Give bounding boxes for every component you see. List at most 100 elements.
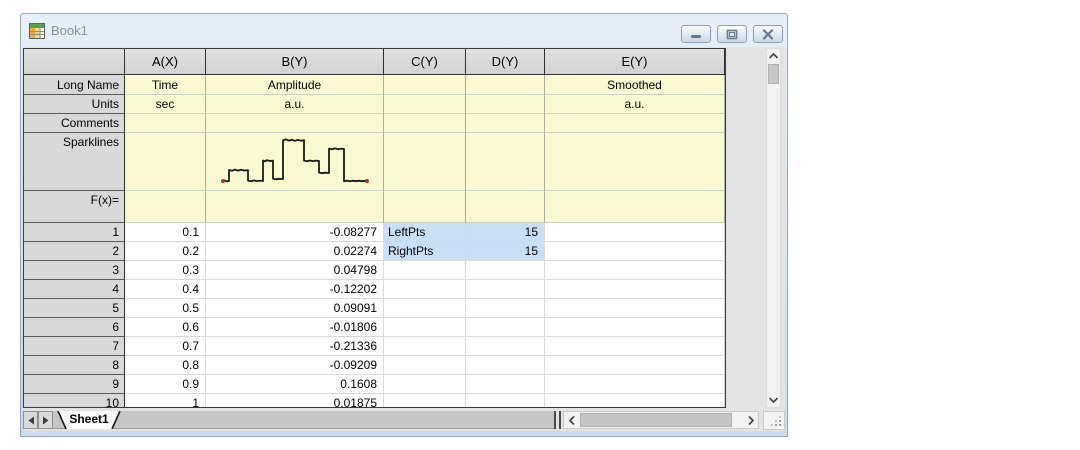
row-header-8[interactable]: 8 [24, 356, 125, 375]
cell-b-3[interactable]: 0.04798 [206, 261, 384, 280]
cell-a-5[interactable]: 0.5 [125, 299, 206, 318]
cell-e-9[interactable] [545, 375, 725, 394]
corner-header[interactable] [24, 49, 125, 75]
column-header-d[interactable]: D(Y) [466, 49, 545, 75]
cell-c-4[interactable] [384, 280, 466, 299]
row-header-comments[interactable]: Comments [24, 114, 125, 133]
cell-e-6[interactable] [545, 318, 725, 337]
restore-button[interactable] [717, 25, 747, 43]
cell-e-7[interactable] [545, 337, 725, 356]
cell-units-b[interactable]: a.u. [206, 95, 384, 114]
cell-units-e[interactable]: a.u. [545, 95, 725, 114]
pane-splitter[interactable] [554, 411, 561, 429]
column-header-a[interactable]: A(X) [125, 49, 206, 75]
row-header-sparklines[interactable]: Sparklines [24, 133, 125, 191]
cell-comments-d[interactable] [466, 114, 545, 133]
cell-long-name-e[interactable]: Smoothed [545, 75, 725, 95]
cell-fx-d[interactable] [466, 191, 545, 223]
vertical-scrollbar[interactable] [766, 48, 781, 408]
cell-fx-c[interactable] [384, 191, 466, 223]
title-bar[interactable]: Book1 [21, 14, 787, 47]
cell-sparklines-b[interactable] [206, 133, 384, 191]
cell-e-1[interactable] [545, 223, 725, 242]
cell-a-6[interactable]: 0.6 [125, 318, 206, 337]
cell-fx-e[interactable] [545, 191, 725, 223]
cell-comments-e[interactable] [545, 114, 725, 133]
cell-b-10[interactable]: 0.01875 [206, 394, 384, 408]
cell-a-8[interactable]: 0.8 [125, 356, 206, 375]
cell-e-2[interactable] [545, 242, 725, 261]
cell-long-name-b[interactable]: Amplitude [206, 75, 384, 95]
row-header-4[interactable]: 4 [24, 280, 125, 299]
column-header-e[interactable]: E(Y) [545, 49, 725, 75]
scroll-down-button[interactable] [767, 393, 780, 407]
cell-d-7[interactable] [466, 337, 545, 356]
cell-d-5[interactable] [466, 299, 545, 318]
scroll-left-button[interactable] [564, 412, 579, 428]
row-header-long-name[interactable]: Long Name [24, 75, 125, 95]
row-header-5[interactable]: 5 [24, 299, 125, 318]
cell-sparklines-a[interactable] [125, 133, 206, 191]
resize-grip[interactable] [763, 411, 785, 430]
row-header-7[interactable]: 7 [24, 337, 125, 356]
cell-e-5[interactable] [545, 299, 725, 318]
cell-d-3[interactable] [466, 261, 545, 280]
cell-units-d[interactable] [466, 95, 545, 114]
cell-a-2[interactable]: 0.2 [125, 242, 206, 261]
tab-scroll-left-button[interactable] [23, 411, 38, 429]
vertical-scroll-thumb[interactable] [768, 64, 779, 84]
cell-d-1[interactable]: 15 [466, 223, 545, 242]
cell-e-10[interactable] [545, 394, 725, 408]
cell-a-1[interactable]: 0.1 [125, 223, 206, 242]
row-header-1[interactable]: 1 [24, 223, 125, 242]
cell-comments-b[interactable] [206, 114, 384, 133]
cell-long-name-a[interactable]: Time [125, 75, 206, 95]
row-header-6[interactable]: 6 [24, 318, 125, 337]
cell-comments-a[interactable] [125, 114, 206, 133]
row-header-2[interactable]: 2 [24, 242, 125, 261]
cell-d-10[interactable] [466, 394, 545, 408]
cell-b-2[interactable]: 0.02274 [206, 242, 384, 261]
cell-a-7[interactable]: 0.7 [125, 337, 206, 356]
minimize-button[interactable] [681, 25, 711, 43]
cell-units-c[interactable] [384, 95, 466, 114]
cell-units-a[interactable]: sec [125, 95, 206, 114]
tab-scroll-right-button[interactable] [38, 411, 53, 429]
cell-sparklines-d[interactable] [466, 133, 545, 191]
cell-c-2[interactable]: RightPts [384, 242, 466, 261]
scroll-right-button[interactable] [743, 412, 758, 428]
row-header-9[interactable]: 9 [24, 375, 125, 394]
cell-c-7[interactable] [384, 337, 466, 356]
cell-e-3[interactable] [545, 261, 725, 280]
row-header-3[interactable]: 3 [24, 261, 125, 280]
cell-sparklines-c[interactable] [384, 133, 466, 191]
cell-d-6[interactable] [466, 318, 545, 337]
cell-b-5[interactable]: 0.09091 [206, 299, 384, 318]
column-header-c[interactable]: C(Y) [384, 49, 466, 75]
horizontal-scroll-thumb[interactable] [580, 413, 732, 427]
cell-c-6[interactable] [384, 318, 466, 337]
cell-comments-c[interactable] [384, 114, 466, 133]
cell-fx-b[interactable] [206, 191, 384, 223]
cell-a-9[interactable]: 0.9 [125, 375, 206, 394]
cell-long-name-c[interactable] [384, 75, 466, 95]
row-header-units[interactable]: Units [24, 95, 125, 114]
row-header-10[interactable]: 10 [24, 394, 125, 408]
cell-e-8[interactable] [545, 356, 725, 375]
cell-b-9[interactable]: 0.1608 [206, 375, 384, 394]
cell-c-1[interactable]: LeftPts [384, 223, 466, 242]
cell-b-6[interactable]: -0.01806 [206, 318, 384, 337]
cell-c-9[interactable] [384, 375, 466, 394]
cell-b-1[interactable]: -0.08277 [206, 223, 384, 242]
close-button[interactable] [753, 25, 783, 43]
cell-a-3[interactable]: 0.3 [125, 261, 206, 280]
horizontal-scrollbar[interactable] [563, 411, 759, 429]
cell-fx-a[interactable] [125, 191, 206, 223]
cell-b-4[interactable]: -0.12202 [206, 280, 384, 299]
cell-e-4[interactable] [545, 280, 725, 299]
cell-sparklines-e[interactable] [545, 133, 725, 191]
cell-c-3[interactable] [384, 261, 466, 280]
cell-b-7[interactable]: -0.21336 [206, 337, 384, 356]
cell-a-4[interactable]: 0.4 [125, 280, 206, 299]
column-header-b[interactable]: B(Y) [206, 49, 384, 75]
